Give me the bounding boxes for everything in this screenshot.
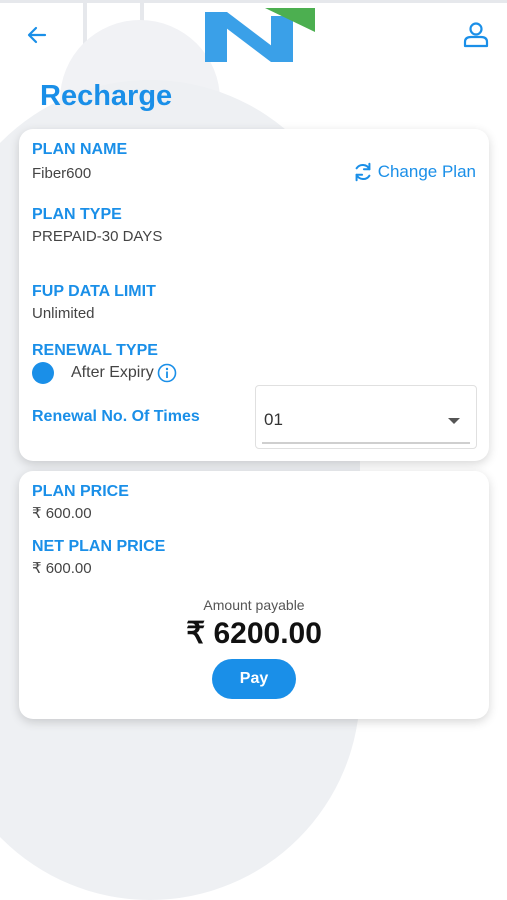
- renewal-type-label: RENEWAL TYPE: [32, 342, 158, 359]
- renewal-times-value: 01: [264, 410, 283, 429]
- plan-type-label: PLAN TYPE: [32, 206, 122, 223]
- net-plan-price-value: ₹ 600.00: [32, 560, 92, 577]
- pay-button[interactable]: Pay: [212, 659, 296, 699]
- radio-selected-icon[interactable]: [32, 362, 54, 384]
- plan-name-value: Fiber600: [32, 165, 92, 182]
- plan-details-card: PLAN NAME Fiber600 Change Plan PLAN TYPE…: [19, 129, 489, 461]
- back-button[interactable]: [20, 18, 54, 52]
- renewal-times-dropdown[interactable]: 01: [255, 385, 477, 449]
- user-profile-button[interactable]: [458, 16, 494, 52]
- renewal-option-label: After Expiry: [71, 364, 154, 381]
- net-plan-price-label: NET PLAN PRICE: [32, 538, 166, 555]
- fup-data-limit-value: Unlimited: [32, 305, 95, 322]
- plan-price-value: ₹ 600.00: [32, 505, 92, 522]
- dropdown-underline: [262, 442, 470, 444]
- renewal-option-after-expiry[interactable]: After Expiry: [32, 362, 177, 384]
- change-plan-button[interactable]: Change Plan: [352, 161, 476, 183]
- renewal-times-label: Renewal No. Of Times: [32, 408, 200, 425]
- plan-type-value: PREPAID-30 DAYS: [32, 228, 163, 245]
- price-summary-card: PLAN PRICE ₹ 600.00 NET PLAN PRICE ₹ 600…: [19, 471, 489, 719]
- plan-name-label: PLAN NAME: [32, 141, 128, 158]
- change-plan-label: Change Plan: [377, 162, 476, 181]
- info-icon[interactable]: [157, 363, 177, 383]
- dropdown-arrow-icon: [448, 418, 460, 424]
- brand-logo: [203, 6, 315, 62]
- plan-price-label: PLAN PRICE: [32, 483, 129, 500]
- top-bar: [0, 0, 507, 72]
- refresh-icon: [355, 162, 371, 182]
- amount-payable-value: ₹ 6200.00: [186, 617, 322, 650]
- back-arrow-icon: [27, 26, 47, 44]
- amount-payable-label: Amount payable: [203, 597, 305, 613]
- page-title: Recharge: [40, 80, 173, 112]
- fup-data-limit-label: FUP DATA LIMIT: [32, 283, 156, 300]
- user-profile-icon: [463, 22, 489, 48]
